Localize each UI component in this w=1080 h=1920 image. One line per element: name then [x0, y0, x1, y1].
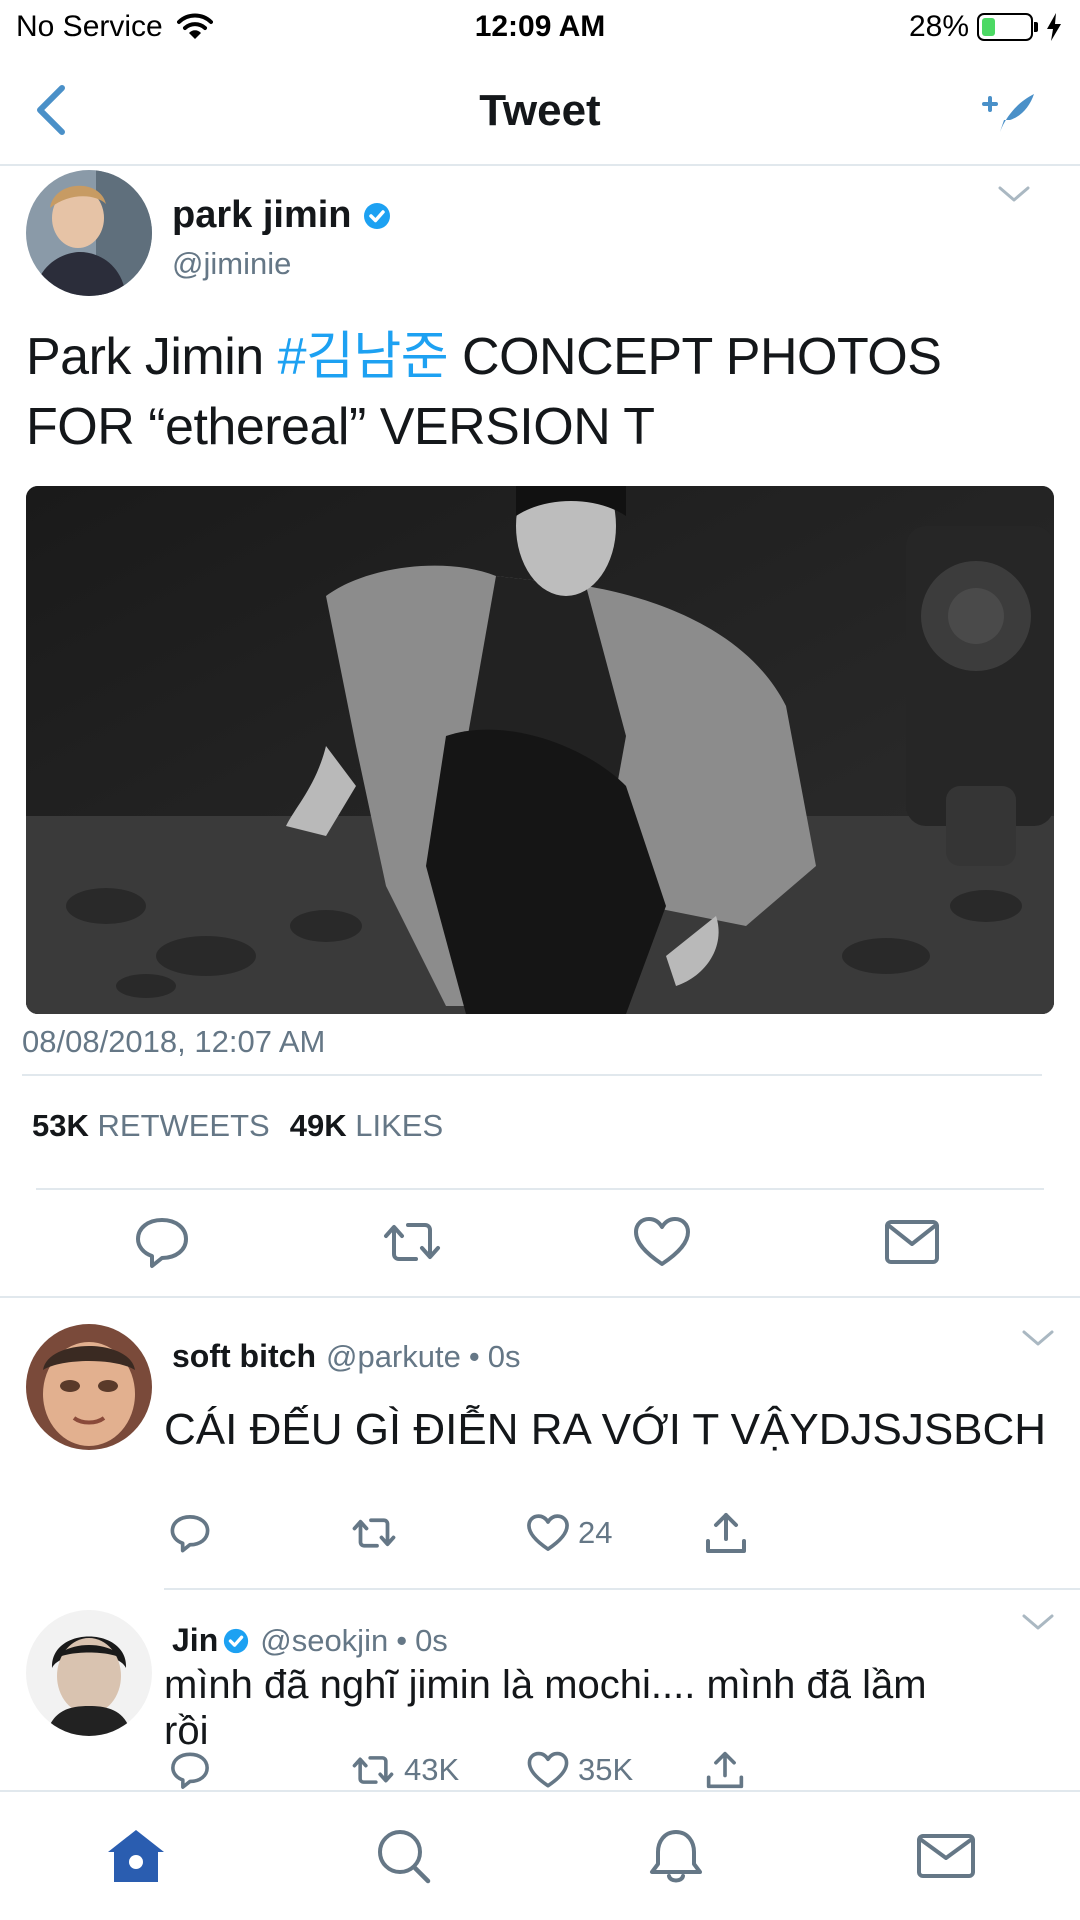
battery-level: [982, 18, 995, 36]
chevron-down-icon[interactable]: [1018, 1326, 1058, 1352]
author-name-row: park jimin: [172, 194, 392, 237]
retweet-button[interactable]: [350, 1512, 406, 1554]
tweet-text: Park Jimin #김남준 CONCEPT PHOTOS FOR “ethe…: [26, 322, 1046, 462]
chevron-down-icon[interactable]: [1018, 1610, 1058, 1636]
verified-badge-icon: [224, 1628, 249, 1653]
engagement-stats: 53K RETWEETS 49K LIKES: [32, 1108, 463, 1144]
share-icon: [706, 1751, 744, 1789]
status-bar: No Service 12:09 AM 28%: [0, 0, 1080, 56]
avatar[interactable]: [26, 170, 152, 296]
search-icon[interactable]: [372, 1826, 436, 1886]
verified-badge-icon: [363, 202, 390, 229]
author-name[interactable]: park jimin: [172, 194, 352, 237]
divider: [164, 1588, 1080, 1590]
reply-author-handle[interactable]: @seokjin: [260, 1623, 388, 1659]
home-icon[interactable]: [104, 1826, 168, 1886]
divider: [22, 1074, 1042, 1076]
likes-count: 49K: [289, 1108, 347, 1143]
share-button[interactable]: [704, 1750, 746, 1790]
retweets-label: RETWEETS: [97, 1108, 270, 1143]
like-button[interactable]: 35K: [526, 1750, 633, 1790]
reply-actions: 43K 35K: [0, 1748, 1080, 1792]
separator-dot: •: [396, 1623, 408, 1658]
reply-button[interactable]: [168, 1750, 220, 1790]
avatar-image: [26, 170, 152, 296]
retweet-icon[interactable]: [382, 1214, 442, 1270]
reply-author-handle[interactable]: @parkute: [326, 1339, 461, 1375]
separator-dot: •: [468, 1339, 480, 1374]
reply-button[interactable]: [168, 1512, 220, 1554]
divider: [36, 1188, 1044, 1190]
chevron-down-icon[interactable]: [994, 182, 1034, 208]
author-handle[interactable]: @jiminie: [172, 246, 291, 282]
reply-icon: [170, 1515, 210, 1553]
notifications-icon[interactable]: [644, 1826, 708, 1886]
reply-time: 0s: [487, 1339, 521, 1374]
reply-icon[interactable]: [132, 1214, 192, 1270]
reply-header: soft bitch @parkute • 0s: [172, 1338, 520, 1375]
retweet-icon: [352, 1518, 396, 1548]
retweet-button[interactable]: 43K: [350, 1750, 459, 1790]
retweet-icon: [352, 1756, 394, 1784]
reply-header: Jin @seokjin • 0s: [172, 1622, 448, 1659]
like-count: 24: [578, 1515, 613, 1550]
retweet-count: 43K: [404, 1752, 460, 1787]
tab-bar: [0, 1790, 1080, 1920]
retweets-stat[interactable]: 53K RETWEETS: [32, 1108, 270, 1144]
battery-icon: [977, 13, 1033, 41]
like-icon[interactable]: [632, 1214, 692, 1270]
concept-photo-image: [26, 486, 1054, 1014]
messages-icon[interactable]: [914, 1826, 978, 1886]
battery-nub: [1034, 22, 1038, 32]
reply-icon: [171, 1752, 209, 1789]
tweet-actions: [0, 1200, 1080, 1280]
battery-group: 28%: [909, 10, 1064, 44]
avatar-image: [26, 1324, 152, 1450]
share-button[interactable]: [704, 1511, 748, 1555]
tweet-photo[interactable]: [26, 486, 1054, 1014]
reply-text: CÁI ĐẾU GÌ ĐIỄN RA VỚI T VẬYDJSJSBCH: [164, 1405, 1047, 1454]
direct-message-icon[interactable]: [882, 1214, 942, 1270]
reply-author-name[interactable]: Jin: [172, 1622, 218, 1659]
likes-stat[interactable]: 49K LIKES: [290, 1108, 443, 1144]
reply-author-name[interactable]: soft bitch: [172, 1338, 316, 1375]
avatar[interactable]: [26, 1324, 152, 1450]
reply-text: mình đã nghĩ jimin là mochi.... mình đã …: [164, 1663, 927, 1753]
nav-bar: Tweet: [0, 56, 1080, 166]
avatar-image: [26, 1610, 152, 1736]
reply-time: 0s: [415, 1623, 448, 1658]
retweets-count: 53K: [32, 1108, 89, 1143]
page-title: Tweet: [479, 86, 601, 135]
like-icon: [527, 1751, 569, 1788]
section-divider: [0, 1296, 1080, 1298]
hashtag-link[interactable]: #김남준: [278, 328, 449, 386]
tweet-timestamp: 08/08/2018, 12:07 AM: [22, 1024, 326, 1059]
charging-bolt-icon: [1047, 13, 1061, 41]
avatar[interactable]: [26, 1610, 152, 1736]
like-button[interactable]: 24: [526, 1512, 612, 1554]
likes-label: LIKES: [355, 1108, 444, 1143]
tweet-text-start: Park Jimin: [26, 328, 278, 386]
reply-actions: 24: [0, 1508, 1080, 1558]
compose-tweet-icon[interactable]: [980, 82, 1040, 142]
battery-percent: 28%: [908, 10, 969, 43]
like-count: 35K: [578, 1752, 634, 1787]
like-icon: [527, 1514, 569, 1551]
share-icon: [706, 1513, 746, 1553]
